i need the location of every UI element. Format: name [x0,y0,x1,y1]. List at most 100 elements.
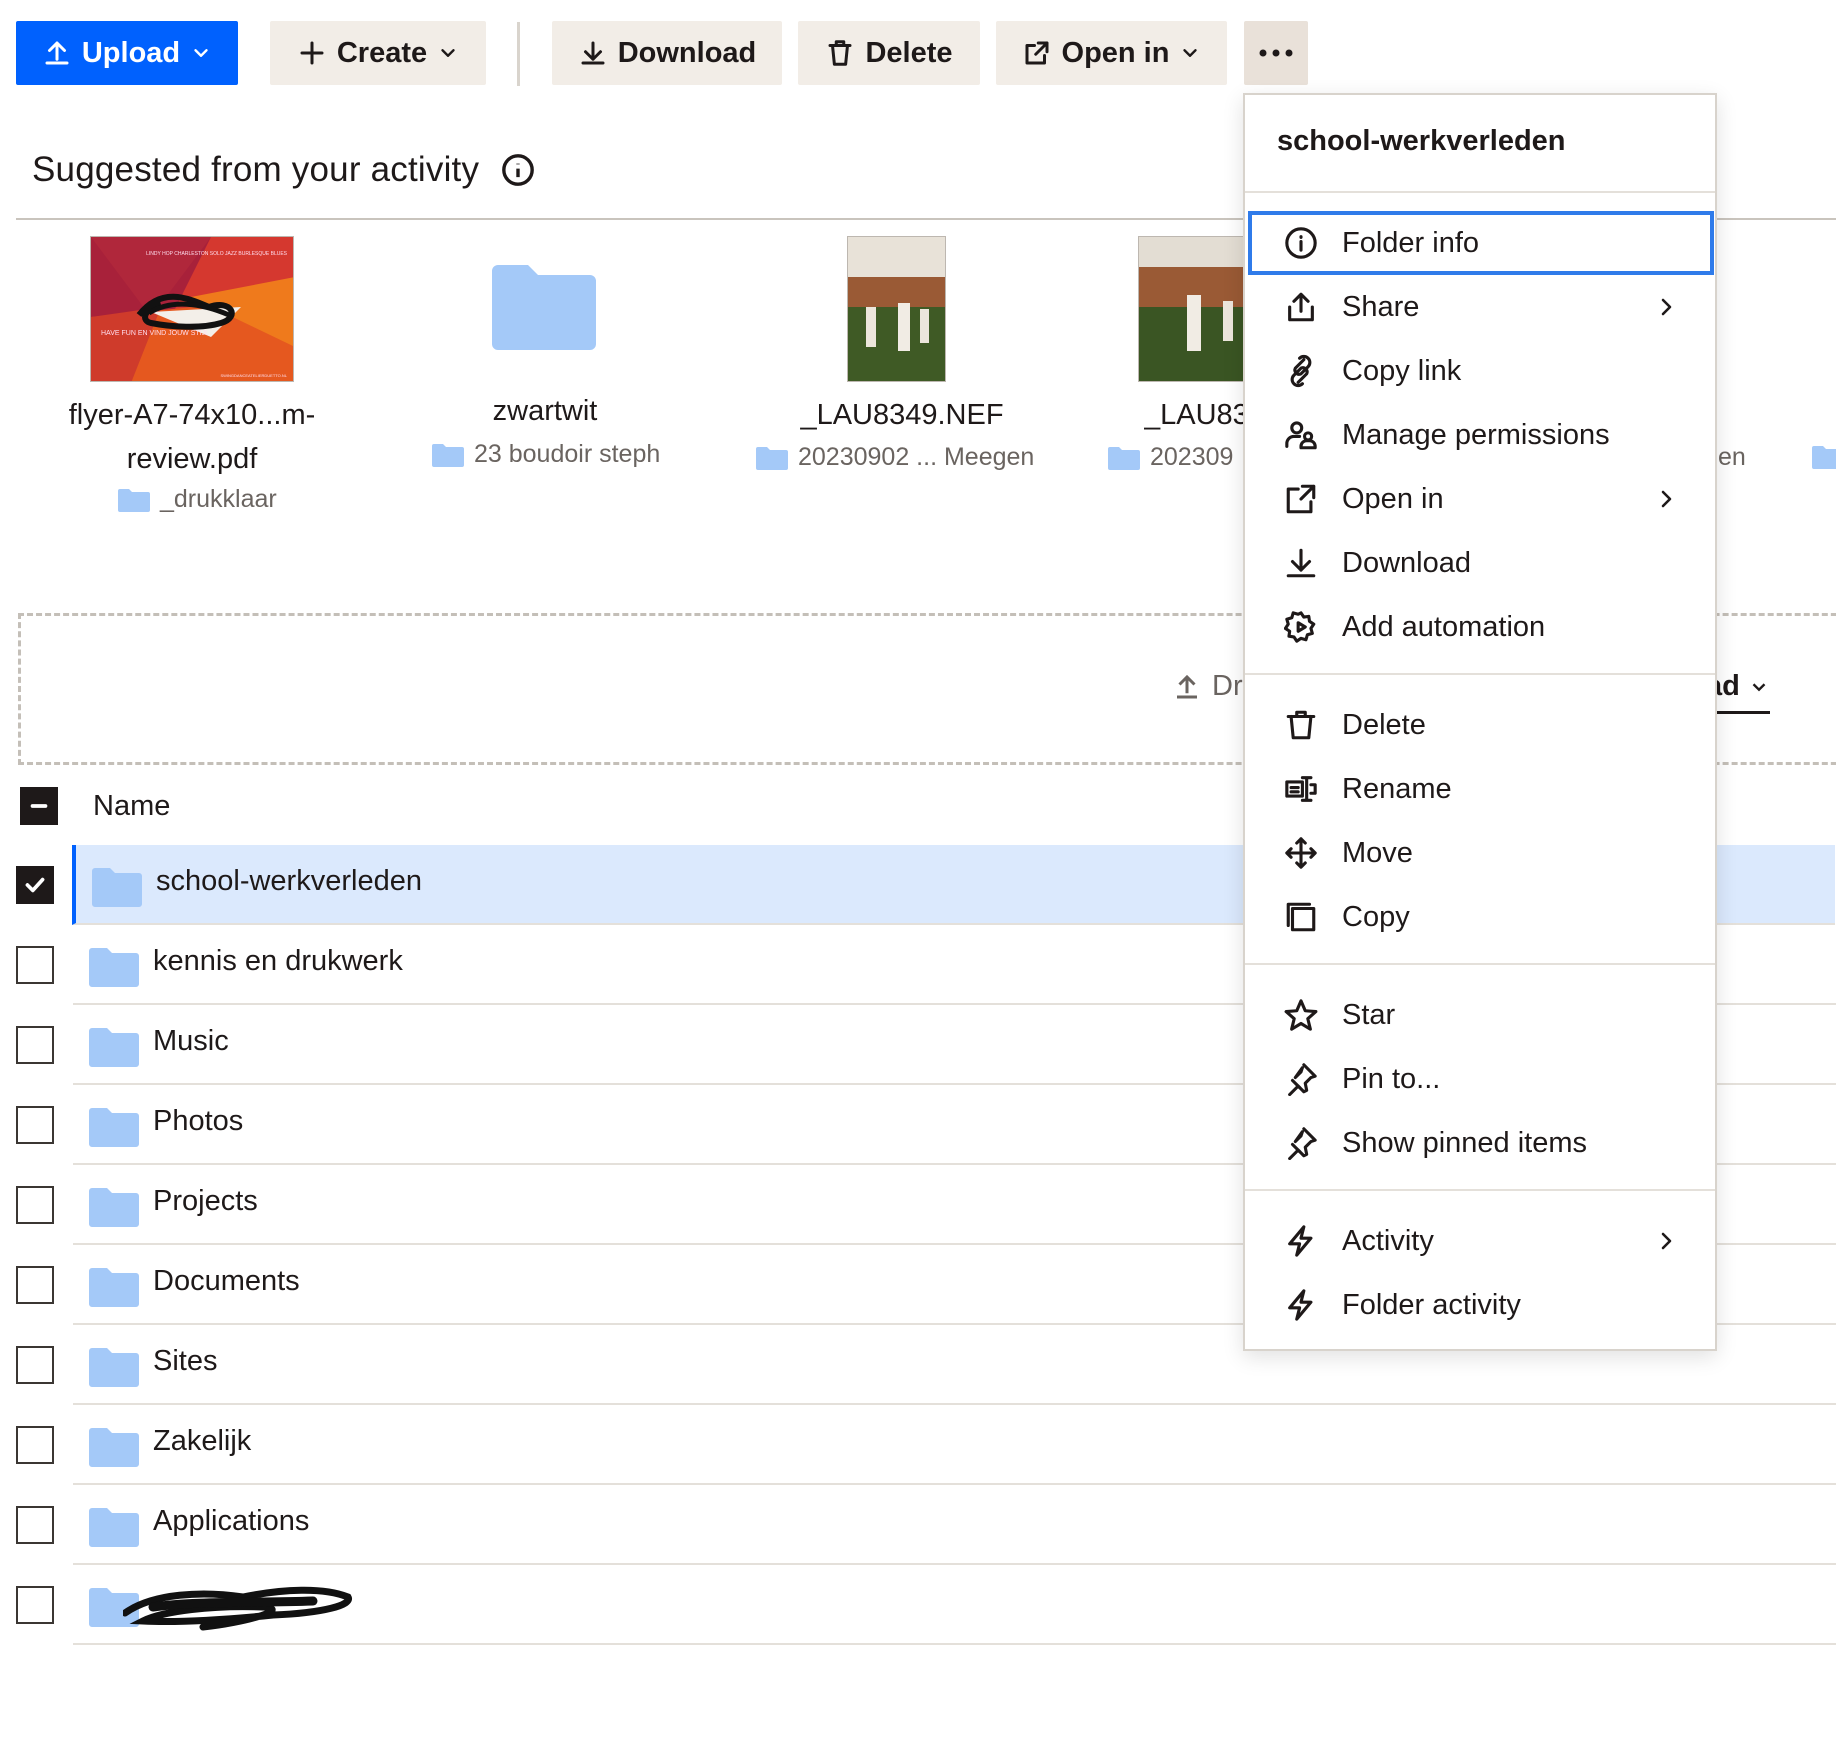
row-checkbox[interactable] [16,1186,54,1224]
menu-item-folder-activity[interactable]: Folder activity [1248,1275,1714,1335]
suggested-heading: Suggested from your activity [32,150,535,190]
select-all-checkbox[interactable] [20,787,58,825]
chevron-right-icon [1661,490,1672,508]
delete-button[interactable]: Delete [798,21,980,85]
chevron-down-icon [194,49,208,57]
suggested-title-zwartwit[interactable]: zwartwit [395,389,695,433]
row-checkbox[interactable] [16,1586,54,1624]
row-name[interactable]: kennis en drukwerk [153,945,403,978]
menu-item-copy-link[interactable]: Copy link [1248,341,1714,401]
info-icon[interactable] [501,153,535,187]
upload-button[interactable]: Upload [16,21,238,85]
open-in-button[interactable]: Open in [996,21,1227,85]
menu-item-label: Open in [1342,482,1444,515]
move-icon [1285,837,1317,869]
create-label: Create [336,36,428,69]
menu-item-label: Folder activity [1342,1288,1521,1321]
menu-item-move[interactable]: Move [1248,823,1714,883]
table-row[interactable] [73,1565,1836,1645]
folder-icon [89,1508,139,1547]
suggested-thumbnail-flyer[interactable]: LINDY HOP CHARLESTON SOLO JAZZ BURLESQUE… [90,236,294,382]
suggested-title-nef[interactable]: _LAU8349.NEF [752,393,1052,437]
suggested-location-nef[interactable]: 20230902 ... Meegen [756,443,1034,472]
column-header-name[interactable]: Name [93,790,170,823]
suggested-title-line1: _LAU8349.NEF [800,399,1004,431]
menu-item-download[interactable]: Download [1248,533,1714,593]
copy-icon [1286,902,1316,932]
suggested-location-flyer[interactable]: _drukklaar [118,485,277,514]
row-checkbox[interactable] [16,946,54,984]
row-name[interactable]: school-werkverleden [156,865,422,898]
more-options-button[interactable] [1244,21,1308,85]
row-checkbox[interactable] [16,1346,54,1384]
flyer-text-left: HAVE FUN EN VIND JOUW STIJL [101,330,209,337]
menu-item-show-pinned[interactable]: Show pinned items [1248,1113,1714,1173]
folder-icon [89,948,139,987]
row-name[interactable]: Documents [153,1265,300,1298]
suggested-location-zwartwit[interactable]: 23 boudoir steph [432,440,660,469]
row-checkbox[interactable] [16,1506,54,1544]
row-name[interactable]: Projects [153,1185,258,1218]
redaction-scribble [123,1586,352,1631]
menu-item-manage-permissions[interactable]: Manage permissions [1248,405,1714,465]
table-row[interactable]: Zakelijk [73,1405,1836,1485]
menu-item-label: Delete [1342,708,1426,741]
suggested-title-flyer[interactable]: flyer-A7-74x10...m- review.pdf [40,393,344,481]
suggested-title-photo-2[interactable]: _LAU83 [1144,393,1244,437]
menu-divider [1245,963,1715,965]
chevron-down-icon [441,49,455,57]
folder-icon [89,1428,139,1467]
menu-item-add-automation[interactable]: Add automation [1248,597,1714,657]
row-checkbox[interactable] [16,866,54,904]
suggested-folder-zwartwit-icon[interactable] [492,265,596,350]
row-name[interactable]: Music [153,1025,229,1058]
suggested-location-text: _drukklaar [160,485,277,513]
menu-item-label: Folder info [1342,226,1480,259]
row-name[interactable]: Photos [153,1105,243,1138]
drop-zone-text: Dr [1172,670,1243,703]
people-icon [1285,421,1317,450]
menu-item-delete[interactable]: Delete [1248,695,1714,755]
row-checkbox[interactable] [16,1426,54,1464]
row-name[interactable]: Applications [153,1505,309,1538]
download-button[interactable]: Download [552,21,782,85]
suggested-thumbnail-photo-2[interactable] [1138,236,1244,382]
menu-item-label: Pin to... [1342,1062,1441,1095]
menu-item-activity[interactable]: Activity [1248,1211,1714,1271]
menu-item-open-in[interactable]: Open in [1248,469,1714,529]
folder-icon [1108,446,1140,470]
menu-item-label: Share [1342,290,1420,323]
menu-item-pin-to[interactable]: Pin to... [1248,1049,1714,1109]
row-checkbox[interactable] [16,1266,54,1304]
menu-item-label: Rename [1342,772,1452,805]
suggested-location-text: 20230902 ... Meegen [798,443,1035,471]
row-checkbox[interactable] [16,1026,54,1064]
row-name[interactable]: Zakelijk [153,1425,251,1458]
menu-divider [1245,1189,1715,1191]
folder-icon [89,1268,139,1307]
menu-item-folder-info[interactable]: Folder info [1248,211,1714,275]
folder-icon [89,1028,139,1067]
more-dots-icon [1259,49,1293,57]
menu-item-share[interactable]: Share [1248,277,1714,337]
menu-item-copy[interactable]: Copy [1248,887,1714,947]
menu-item-label: Show pinned items [1342,1126,1588,1159]
suggested-title-line1: flyer-A7-74x10...m- [68,399,316,431]
suggested-heading-text: Suggested from your activity [32,150,480,189]
menu-item-star[interactable]: Star [1248,985,1714,1045]
table-row[interactable]: Applications [73,1485,1836,1565]
menu-item-rename[interactable]: Rename [1248,759,1714,819]
row-name[interactable]: Sites [153,1345,217,1378]
download-label: Download [617,36,757,69]
trash-icon [1286,710,1316,740]
menu-item-label: Activity [1342,1224,1434,1257]
suggested-location-photo-2[interactable]: 202309 [1108,443,1244,472]
suggested-thumbnail-photo[interactable] [847,236,946,382]
chevron-right-icon [1661,1232,1672,1250]
suggested-title-line2: review.pdf [126,443,258,475]
suggested-location-text: en [1718,443,1746,471]
folder-icon [89,1188,139,1227]
create-button[interactable]: Create [270,21,486,85]
suggested-location-partial[interactable]: en [1718,443,1746,472]
row-checkbox[interactable] [16,1106,54,1144]
